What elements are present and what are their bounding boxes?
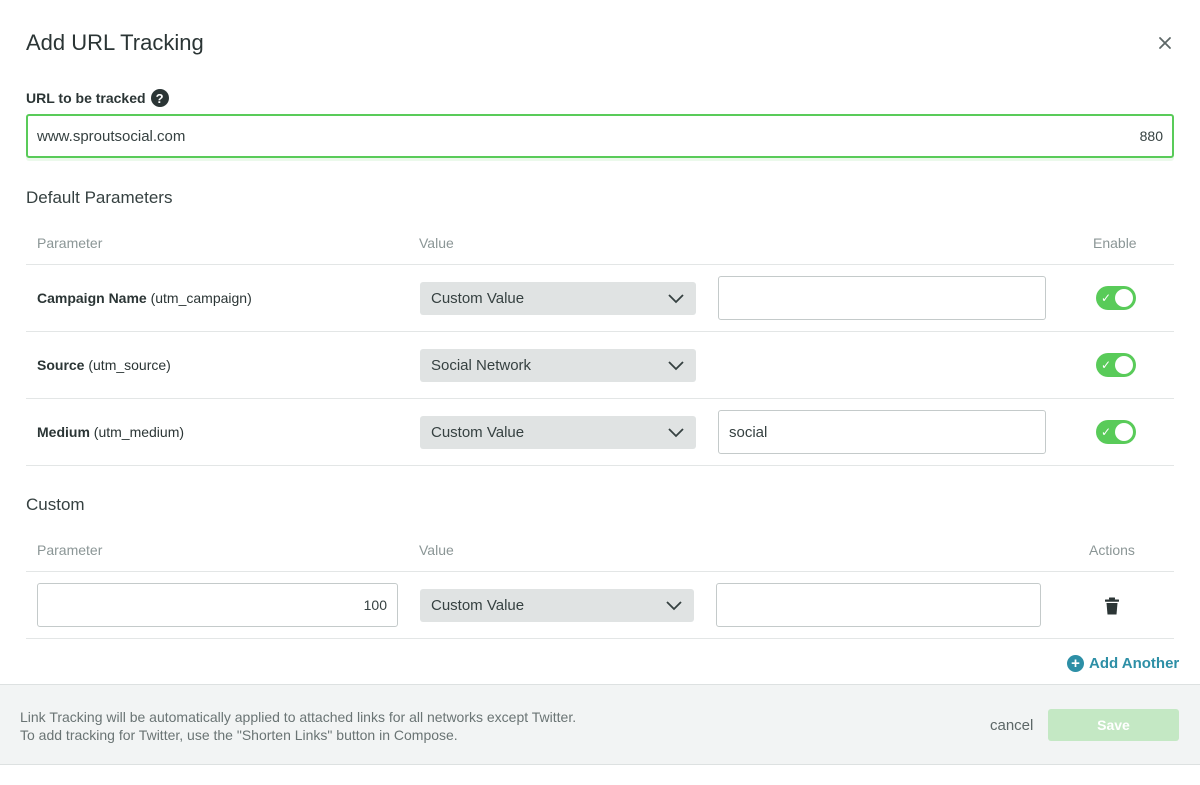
- table-header: Parameter Value Actions: [26, 529, 1174, 572]
- custom-value-input[interactable]: [716, 583, 1041, 627]
- default-parameters-table: Parameter Value Enable Campaign Name (ut…: [26, 222, 1174, 466]
- check-icon: ✓: [1101, 291, 1112, 305]
- param-name: Campaign Name: [37, 290, 147, 306]
- plus-circle-icon: +: [1067, 655, 1084, 672]
- default-parameters-title: Default Parameters: [26, 188, 173, 207]
- header-parameter: Parameter: [37, 235, 103, 251]
- medium-value-select[interactable]: Custom Value: [420, 416, 696, 449]
- chevron-down-icon: [668, 427, 684, 437]
- url-label: URL to be tracked ?: [26, 89, 169, 107]
- url-tracking-dialog: Add URL Tracking URL to be tracked ? www…: [0, 0, 1200, 785]
- add-another-label: Add Another: [1089, 655, 1180, 672]
- dialog-title: Add URL Tracking: [26, 30, 204, 55]
- table-row-campaign: Campaign Name (utm_campaign) Custom Valu…: [26, 265, 1174, 332]
- url-input[interactable]: www.sproutsocial.com 880: [26, 114, 1174, 158]
- param-label: Medium (utm_medium): [37, 399, 184, 465]
- select-label: Custom Value: [431, 597, 525, 614]
- footer-note-line2: To add tracking for Twitter, use the "Sh…: [20, 727, 458, 743]
- campaign-enable-toggle[interactable]: ✓: [1096, 286, 1136, 310]
- table-row-medium: Medium (utm_medium) Custom Value social …: [26, 399, 1174, 466]
- save-button[interactable]: Save: [1048, 709, 1179, 741]
- select-label: Custom Value: [431, 424, 525, 441]
- header-value: Value: [419, 235, 454, 251]
- help-icon[interactable]: ?: [150, 89, 169, 107]
- check-icon: ✓: [1101, 425, 1112, 439]
- param-key: (utm_campaign): [150, 290, 252, 306]
- url-char-count: 880: [1139, 128, 1163, 144]
- param-label: Campaign Name (utm_campaign): [37, 265, 252, 331]
- param-key: (utm_medium): [93, 424, 185, 440]
- footer-note-line1: Link Tracking will be automatically appl…: [20, 709, 577, 725]
- close-icon[interactable]: [1154, 32, 1176, 54]
- url-label-text: URL to be tracked: [26, 90, 146, 106]
- dialog-footer: Link Tracking will be automatically appl…: [0, 684, 1200, 765]
- param-name: Medium: [37, 424, 90, 440]
- param-key: (utm_source): [88, 357, 171, 373]
- check-icon: ✓: [1101, 358, 1112, 372]
- select-label: Social Network: [431, 357, 532, 374]
- param-char-count: 100: [363, 597, 387, 613]
- medium-enable-toggle[interactable]: ✓: [1096, 420, 1136, 444]
- select-label: Custom Value: [431, 290, 525, 307]
- custom-parameters-table: Parameter Value Actions 100 Custom Value: [26, 529, 1174, 639]
- custom-param-input[interactable]: 100: [37, 583, 398, 627]
- table-header: Parameter Value Enable: [26, 222, 1174, 265]
- custom-value-select[interactable]: Custom Value: [420, 589, 694, 622]
- param-name: Source: [37, 357, 85, 373]
- source-enable-toggle[interactable]: ✓: [1096, 353, 1136, 377]
- custom-title: Custom: [26, 495, 85, 514]
- table-row-source: Source (utm_source) Social Network ✓: [26, 332, 1174, 399]
- url-input-value: www.sproutsocial.com: [37, 127, 186, 145]
- cancel-button[interactable]: cancel: [990, 717, 1033, 734]
- header-parameter: Parameter: [37, 542, 103, 558]
- campaign-custom-input[interactable]: [718, 276, 1046, 320]
- table-row-custom: 100 Custom Value: [26, 572, 1174, 639]
- header-enable: Enable: [1093, 235, 1137, 251]
- add-another-button[interactable]: + Add Another: [1067, 655, 1179, 672]
- param-label: Source (utm_source): [37, 332, 171, 398]
- header-actions: Actions: [1089, 542, 1135, 558]
- header-value: Value: [419, 542, 454, 558]
- chevron-down-icon: [668, 360, 684, 370]
- trash-icon[interactable]: [1102, 596, 1122, 616]
- chevron-down-icon: [666, 600, 682, 610]
- footer-note: Link Tracking will be automatically appl…: [20, 708, 576, 744]
- medium-custom-input[interactable]: social: [718, 410, 1046, 454]
- chevron-down-icon: [668, 293, 684, 303]
- source-value-select[interactable]: Social Network: [420, 349, 696, 382]
- campaign-value-select[interactable]: Custom Value: [420, 282, 696, 315]
